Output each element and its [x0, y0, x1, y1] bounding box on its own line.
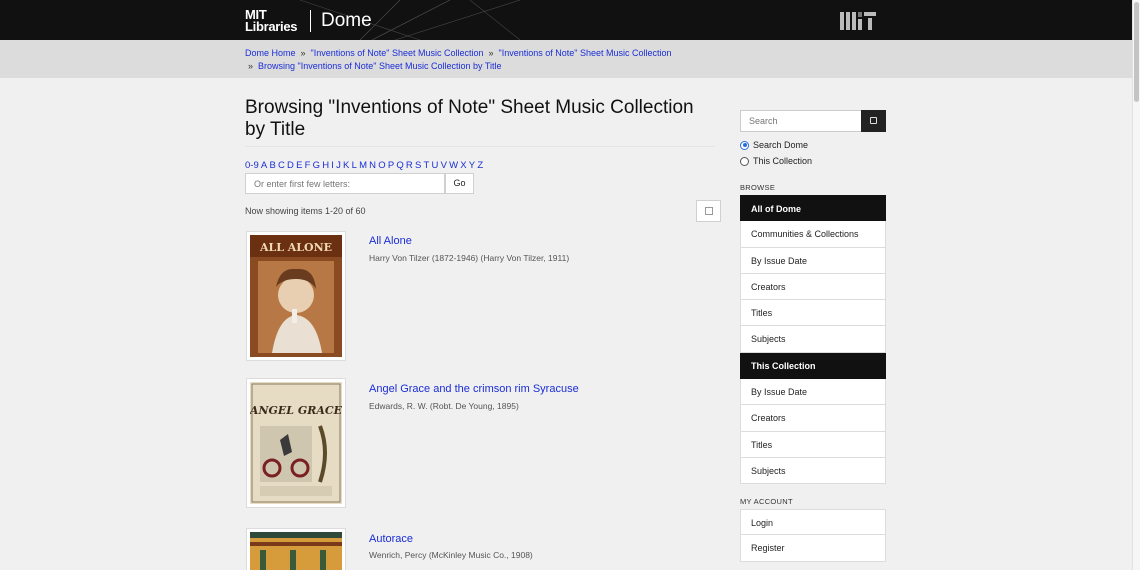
item-metadata: Harry Von Tilzer (1872-1946) (Harry Von … — [369, 253, 570, 263]
breadcrumb: Dome Home » "Inventions of Note" Sheet Mus… — [245, 47, 715, 73]
breadcrumb-separator: » — [300, 48, 306, 58]
alpha-link-k[interactable]: K — [343, 160, 349, 171]
mit-logo-mark-icon[interactable] — [840, 12, 876, 30]
browse-list: All of Dome Communities & Collections By… — [740, 195, 886, 485]
browse-this-collection-header: This Collection — [740, 352, 886, 380]
login-link[interactable]: Login — [740, 509, 886, 536]
breadcrumb-separator: » — [488, 48, 494, 58]
scope-option-this-collection[interactable]: This Collection — [740, 156, 812, 166]
item-title-link[interactable]: Angel Grace and the crimson rim Syracuse — [369, 383, 579, 395]
breadcrumb-dome-home[interactable]: Dome Home — [245, 48, 296, 58]
alpha-link-i[interactable]: I — [331, 160, 334, 171]
browse-collection-by-issue-date[interactable]: By Issue Date — [740, 379, 886, 406]
options-icon — [705, 207, 713, 215]
thumb-cover-title: ALL ALONE — [259, 241, 332, 254]
alpha-link-t[interactable]: T — [424, 160, 430, 171]
alpha-link-r[interactable]: R — [406, 160, 413, 171]
browse-collection-subjects[interactable]: Subjects — [740, 457, 886, 485]
register-link[interactable]: Register — [740, 535, 886, 562]
breadcrumb-bar: Dome Home » "Inventions of Note" Sheet Mus… — [0, 40, 1132, 78]
item-thumbnail[interactable]: ANGEL GRACE — [246, 378, 346, 508]
alpha-link-c[interactable]: C — [278, 160, 285, 171]
alpha-link-m[interactable]: M — [359, 160, 367, 171]
radio-unselected-icon[interactable] — [740, 156, 749, 166]
scrollbar-thumb[interactable] — [1134, 2, 1139, 102]
alpha-link-g[interactable]: G — [313, 160, 320, 171]
alpha-link-j[interactable]: J — [336, 160, 341, 171]
browse-dome-creators[interactable]: Creators — [740, 273, 886, 301]
alpha-link-h[interactable]: H — [322, 160, 329, 171]
dome-app-name[interactable]: Dome — [321, 10, 372, 32]
go-button[interactable]: Go — [445, 173, 474, 194]
alpha-link-x[interactable]: X — [460, 160, 466, 171]
search-submit-button[interactable] — [861, 110, 886, 132]
alpha-link-0-9[interactable]: 0-9 — [245, 160, 259, 171]
breadcrumb-community[interactable]: "Inventions of Note" Sheet Music Collect… — [311, 48, 484, 58]
radio-selected-icon[interactable] — [740, 140, 749, 150]
starts-with-input[interactable] — [245, 173, 445, 194]
alpha-link-u[interactable]: U — [432, 160, 439, 171]
item-title-link[interactable]: All Alone — [369, 235, 412, 247]
breadcrumb-current[interactable]: Browsing "Inventions of Note" Sheet Musi… — [258, 61, 502, 71]
sheet-music-cover-image: ALL ALONE — [250, 235, 342, 357]
sidebar-search-input[interactable] — [740, 110, 862, 132]
my-account-heading: MY ACCOUNT — [740, 497, 793, 506]
alpha-link-s[interactable]: S — [415, 160, 421, 171]
browse-heading: BROWSE — [740, 183, 776, 192]
scope-option-label: This Collection — [753, 156, 813, 166]
view-options-button[interactable] — [696, 200, 721, 222]
sheet-music-cover-image — [250, 532, 342, 570]
page-title: Browsing "Inventions of Note" Sheet Musi… — [245, 97, 694, 140]
scope-option-label: Search Dome — [753, 140, 809, 150]
breadcrumb-collection[interactable]: "Inventions of Note" Sheet Music Collect… — [499, 48, 672, 58]
logo-line-2: Libraries — [245, 19, 298, 34]
alpha-link-y[interactable]: Y — [469, 160, 475, 171]
browse-dome-titles[interactable]: Titles — [740, 300, 886, 327]
mit-libraries-logo[interactable]: MIT Libraries — [245, 8, 298, 34]
search-icon — [870, 117, 877, 124]
browse-collection-creators[interactable]: Creators — [740, 405, 886, 432]
alpha-link-v[interactable]: V — [441, 160, 447, 171]
browse-all-of-dome-header: All of Dome — [740, 195, 886, 222]
alpha-link-d[interactable]: D — [287, 160, 294, 171]
browse-dome-by-issue-date[interactable]: By Issue Date — [740, 247, 886, 274]
browse-dome-subjects[interactable]: Subjects — [740, 326, 886, 353]
thumb-cover-title: ANGEL GRACE — [250, 404, 342, 417]
alpha-link-e[interactable]: E — [296, 160, 302, 171]
logo-divider — [310, 10, 311, 32]
item-title-link[interactable]: Autorace — [369, 533, 413, 545]
breadcrumb-separator: » — [248, 61, 254, 71]
results-count: Now showing items 1-20 of 60 — [245, 206, 366, 216]
page-scrollbar[interactable] — [1132, 0, 1140, 570]
sheet-music-cover-image: ANGEL GRACE — [249, 382, 343, 504]
alpha-link-z[interactable]: Z — [477, 160, 483, 171]
alpha-link-w[interactable]: W — [449, 160, 458, 171]
item-thumbnail[interactable]: ALL ALONE — [246, 231, 346, 361]
alpha-link-l[interactable]: L — [352, 160, 357, 171]
alphabet-jump-links: 0-9 A B C D E F G H I J K L M N O P Q R S T U V W X Y Z — [245, 160, 485, 171]
account-list: Login Register — [740, 509, 886, 562]
item-metadata: Wenrich, Percy (McKinley Music Co., 1908… — [369, 550, 533, 560]
alpha-link-b[interactable]: B — [269, 160, 275, 171]
alpha-link-p[interactable]: P — [388, 160, 394, 171]
alpha-link-q[interactable]: Q — [396, 160, 403, 171]
alpha-link-n[interactable]: N — [369, 160, 376, 171]
alpha-link-a[interactable]: A — [261, 160, 267, 171]
alpha-link-o[interactable]: O — [378, 160, 385, 171]
header-decoration — [299, 0, 521, 40]
title-divider — [245, 146, 715, 147]
scope-option-search-dome[interactable]: Search Dome — [740, 140, 808, 150]
browse-dome-communities-collections[interactable]: Communities & Collections — [740, 221, 886, 248]
browse-collection-titles[interactable]: Titles — [740, 431, 886, 458]
item-metadata: Edwards, R. W. (Robt. De Young, 1895) — [369, 401, 519, 411]
alpha-link-f[interactable]: F — [305, 160, 311, 171]
site-header: MIT Libraries Dome — [0, 0, 1132, 40]
item-thumbnail[interactable] — [246, 528, 346, 570]
